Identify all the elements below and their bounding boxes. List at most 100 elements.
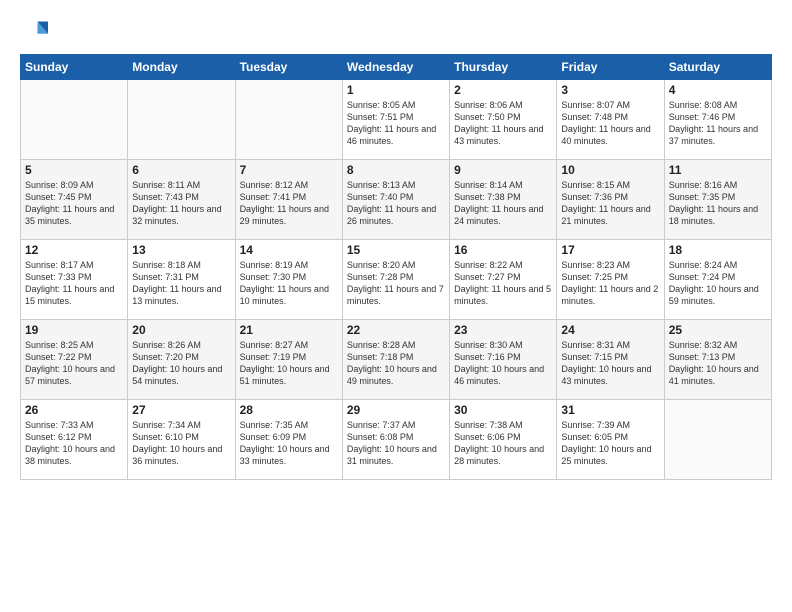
cell-text: Sunrise: 8:15 AM Sunset: 7:36 PM Dayligh… [561, 179, 659, 228]
cell-text: Sunrise: 8:09 AM Sunset: 7:45 PM Dayligh… [25, 179, 123, 228]
cell-text: Sunrise: 7:38 AM Sunset: 6:06 PM Dayligh… [454, 419, 552, 468]
calendar-cell: 16Sunrise: 8:22 AM Sunset: 7:27 PM Dayli… [450, 240, 557, 320]
calendar-table: SundayMondayTuesdayWednesdayThursdayFrid… [20, 54, 772, 480]
weekday-header: Monday [128, 55, 235, 80]
day-number: 21 [240, 323, 338, 337]
weekday-header: Friday [557, 55, 664, 80]
day-number: 8 [347, 163, 445, 177]
cell-text: Sunrise: 8:17 AM Sunset: 7:33 PM Dayligh… [25, 259, 123, 308]
calendar-cell: 10 Sunrise: 8:15 AM Sunset: 7:36 PM Dayli… [557, 160, 664, 240]
day-number: 12 [25, 243, 123, 257]
calendar-cell: 24 Sunrise: 8:31 AM Sunset: 7:15 PM Dayli… [557, 320, 664, 400]
calendar-cell [21, 80, 128, 160]
day-number: 18 [669, 243, 767, 257]
calendar-cell: 19 Sunrise: 8:25 AM Sunset: 7:22 PM Dayli… [21, 320, 128, 400]
day-number: 26 [25, 403, 123, 417]
day-number: 25 [669, 323, 767, 337]
calendar-cell: 8Sunrise: 8:13 AM Sunset: 7:40 PM Daylig… [342, 160, 449, 240]
cell-text: Sunrise: 7:34 AM Sunset: 6:10 PM Dayligh… [132, 419, 230, 468]
day-number: 15 [347, 243, 445, 257]
day-number: 30 [454, 403, 552, 417]
cell-text: Sunrise: 8:16 AM Sunset: 7:35 PM Dayligh… [669, 179, 767, 228]
day-number: 6 [132, 163, 230, 177]
day-number: 11 [669, 163, 767, 177]
cell-text: Sunrise: 8:23 AM Sunset: 7:25 PM Dayligh… [561, 259, 659, 308]
calendar-cell: 6 Sunrise: 8:11 AM Sunset: 7:43 PM Daylig… [128, 160, 235, 240]
calendar-cell: 27 Sunrise: 7:34 AM Sunset: 6:10 PM Dayli… [128, 400, 235, 480]
cell-text: Sunrise: 8:12 AM Sunset: 7:41 PM Dayligh… [240, 179, 338, 228]
cell-text: Sunrise: 8:14 AM Sunset: 7:38 PM Dayligh… [454, 179, 552, 228]
calendar-cell: 20 Sunrise: 8:26 AM Sunset: 7:20 PM Dayli… [128, 320, 235, 400]
calendar-cell: 13 Sunrise: 8:18 AM Sunset: 7:31 PM Dayli… [128, 240, 235, 320]
cell-text: Sunrise: 8:26 AM Sunset: 7:20 PM Dayligh… [132, 339, 230, 388]
page: SundayMondayTuesdayWednesdayThursdayFrid… [0, 0, 792, 612]
calendar-cell: 18 Sunrise: 8:24 AM Sunset: 7:24 PM Dayli… [664, 240, 771, 320]
header [20, 18, 772, 46]
weekday-header: Saturday [664, 55, 771, 80]
calendar-week-row: 19 Sunrise: 8:25 AM Sunset: 7:22 PM Dayli… [21, 320, 772, 400]
day-number: 13 [132, 243, 230, 257]
cell-text: Sunrise: 7:35 AM Sunset: 6:09 PM Dayligh… [240, 419, 338, 468]
calendar-cell: 30 Sunrise: 7:38 AM Sunset: 6:06 PM Dayli… [450, 400, 557, 480]
calendar-week-row: 26 Sunrise: 7:33 AM Sunset: 6:12 PM Dayli… [21, 400, 772, 480]
calendar-cell [664, 400, 771, 480]
calendar-cell: 26 Sunrise: 7:33 AM Sunset: 6:12 PM Dayli… [21, 400, 128, 480]
calendar-cell: 21Sunrise: 8:27 AM Sunset: 7:19 PM Dayli… [235, 320, 342, 400]
calendar-cell: 7Sunrise: 8:12 AM Sunset: 7:41 PM Daylig… [235, 160, 342, 240]
weekday-header: Wednesday [342, 55, 449, 80]
calendar-cell: 31 Sunrise: 7:39 AM Sunset: 6:05 PM Dayli… [557, 400, 664, 480]
calendar-week-row: 1Sunrise: 8:05 AM Sunset: 7:51 PM Daylig… [21, 80, 772, 160]
cell-text: Sunrise: 8:28 AM Sunset: 7:18 PM Dayligh… [347, 339, 445, 388]
calendar-cell [235, 80, 342, 160]
day-number: 22 [347, 323, 445, 337]
calendar-cell: 23 Sunrise: 8:30 AM Sunset: 7:16 PM Dayli… [450, 320, 557, 400]
day-number: 20 [132, 323, 230, 337]
cell-text: Sunrise: 8:25 AM Sunset: 7:22 PM Dayligh… [25, 339, 123, 388]
day-number: 3 [561, 83, 659, 97]
day-number: 24 [561, 323, 659, 337]
logo-icon [20, 18, 48, 46]
day-number: 1 [347, 83, 445, 97]
day-number: 28 [240, 403, 338, 417]
calendar-body: 1Sunrise: 8:05 AM Sunset: 7:51 PM Daylig… [21, 80, 772, 480]
cell-text: Sunrise: 8:24 AM Sunset: 7:24 PM Dayligh… [669, 259, 767, 308]
calendar-cell: 1Sunrise: 8:05 AM Sunset: 7:51 PM Daylig… [342, 80, 449, 160]
cell-text: Sunrise: 8:22 AM Sunset: 7:27 PM Dayligh… [454, 259, 552, 308]
day-number: 31 [561, 403, 659, 417]
calendar-cell: 3Sunrise: 8:07 AM Sunset: 7:48 PM Daylig… [557, 80, 664, 160]
calendar-cell: 14Sunrise: 8:19 AM Sunset: 7:30 PM Dayli… [235, 240, 342, 320]
weekday-header: Tuesday [235, 55, 342, 80]
cell-text: Sunrise: 8:32 AM Sunset: 7:13 PM Dayligh… [669, 339, 767, 388]
day-number: 23 [454, 323, 552, 337]
day-number: 29 [347, 403, 445, 417]
day-number: 2 [454, 83, 552, 97]
calendar-cell: 12 Sunrise: 8:17 AM Sunset: 7:33 PM Dayli… [21, 240, 128, 320]
calendar-cell: 25 Sunrise: 8:32 AM Sunset: 7:13 PM Dayli… [664, 320, 771, 400]
calendar-cell: 15 Sunrise: 8:20 AM Sunset: 7:28 PM Dayli… [342, 240, 449, 320]
cell-text: Sunrise: 8:06 AM Sunset: 7:50 PM Dayligh… [454, 99, 552, 148]
cell-text: Sunrise: 7:37 AM Sunset: 6:08 PM Dayligh… [347, 419, 445, 468]
cell-text: Sunrise: 8:08 AM Sunset: 7:46 PM Dayligh… [669, 99, 767, 148]
calendar-header: SundayMondayTuesdayWednesdayThursdayFrid… [21, 55, 772, 80]
cell-text: Sunrise: 7:33 AM Sunset: 6:12 PM Dayligh… [25, 419, 123, 468]
cell-text: Sunrise: 8:18 AM Sunset: 7:31 PM Dayligh… [132, 259, 230, 308]
calendar-cell: 2 Sunrise: 8:06 AM Sunset: 7:50 PM Daylig… [450, 80, 557, 160]
day-number: 19 [25, 323, 123, 337]
calendar-cell [128, 80, 235, 160]
calendar-cell: 28 Sunrise: 7:35 AM Sunset: 6:09 PM Dayli… [235, 400, 342, 480]
weekday-row: SundayMondayTuesdayWednesdayThursdayFrid… [21, 55, 772, 80]
day-number: 4 [669, 83, 767, 97]
calendar-cell: 4 Sunrise: 8:08 AM Sunset: 7:46 PM Daylig… [664, 80, 771, 160]
cell-text: Sunrise: 8:11 AM Sunset: 7:43 PM Dayligh… [132, 179, 230, 228]
calendar-cell: 11 Sunrise: 8:16 AM Sunset: 7:35 PM Dayli… [664, 160, 771, 240]
cell-text: Sunrise: 8:20 AM Sunset: 7:28 PM Dayligh… [347, 259, 445, 308]
day-number: 9 [454, 163, 552, 177]
day-number: 10 [561, 163, 659, 177]
cell-text: Sunrise: 7:39 AM Sunset: 6:05 PM Dayligh… [561, 419, 659, 468]
weekday-header: Sunday [21, 55, 128, 80]
day-number: 27 [132, 403, 230, 417]
cell-text: Sunrise: 8:31 AM Sunset: 7:15 PM Dayligh… [561, 339, 659, 388]
calendar-cell: 17Sunrise: 8:23 AM Sunset: 7:25 PM Dayli… [557, 240, 664, 320]
weekday-header: Thursday [450, 55, 557, 80]
cell-text: Sunrise: 8:30 AM Sunset: 7:16 PM Dayligh… [454, 339, 552, 388]
